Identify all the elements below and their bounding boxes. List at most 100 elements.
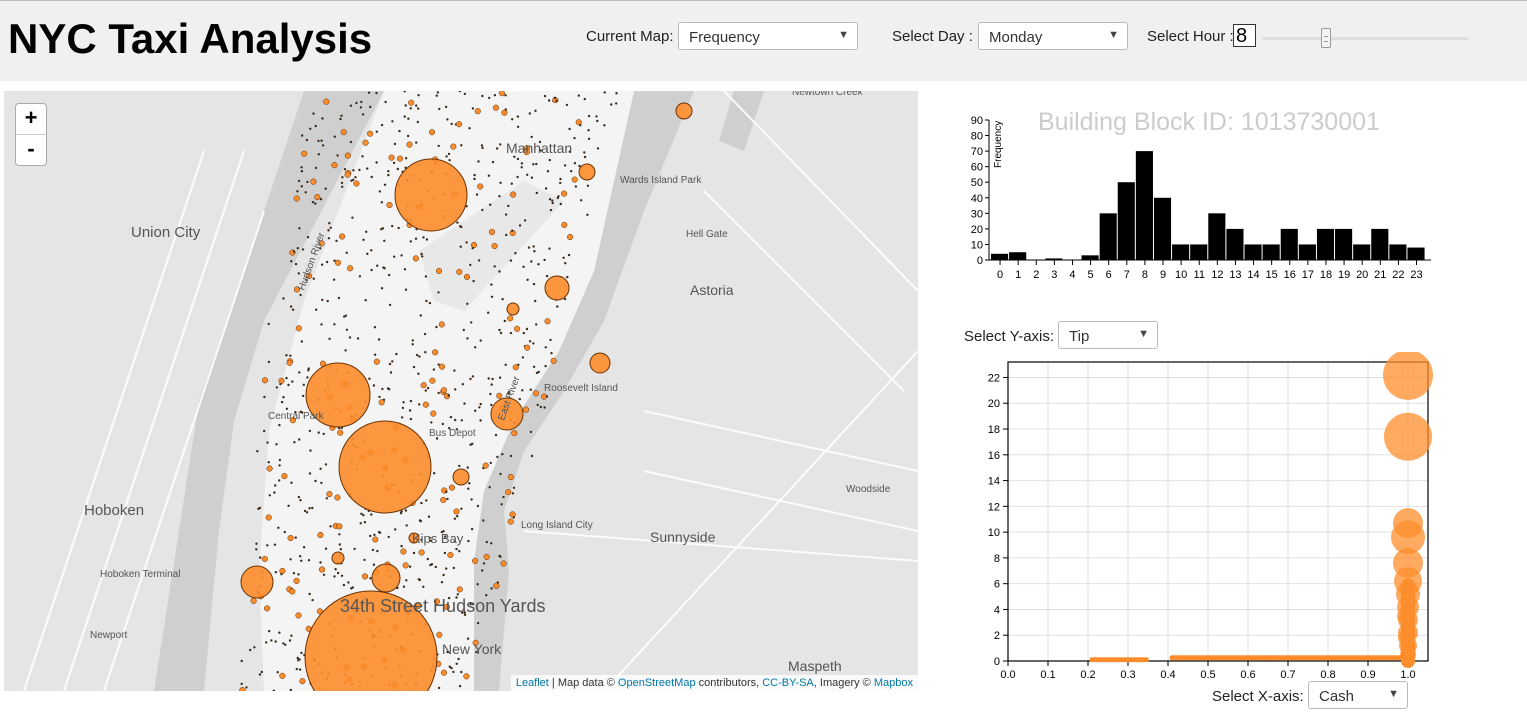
pickup-dot <box>447 394 450 397</box>
pickup-dot <box>255 542 258 545</box>
hour-slider-handle[interactable] <box>1321 28 1331 48</box>
scatter-point[interactable] <box>1383 352 1433 400</box>
x-axis-select[interactable]: Cash ▼ <box>1308 681 1408 709</box>
y-axis-select-label: Select Y-axis: <box>964 328 1055 345</box>
pickup-circle[interactable] <box>506 302 520 316</box>
histogram-bar[interactable] <box>1208 213 1226 260</box>
x-tick-label: 14 <box>1247 269 1259 281</box>
pickup-dot <box>535 191 538 195</box>
pickup-dot <box>488 486 491 489</box>
pickup-circle[interactable] <box>394 158 468 232</box>
histogram-bar[interactable] <box>1226 228 1244 260</box>
histogram-bar[interactable] <box>1045 258 1063 260</box>
pickup-dot <box>556 196 559 200</box>
pickup-circle[interactable] <box>675 102 693 120</box>
histogram-bar[interactable] <box>991 253 1009 260</box>
histogram-bar[interactable] <box>1244 244 1262 260</box>
leaflet-link[interactable]: Leaflet <box>516 677 549 689</box>
histogram-bar[interactable] <box>1009 252 1027 260</box>
pickup-dot <box>279 672 286 679</box>
license-link[interactable]: CC-BY-SA <box>762 677 814 689</box>
histogram-bar[interactable] <box>1081 255 1099 260</box>
scatter-point[interactable] <box>1397 606 1415 625</box>
pickup-dot <box>469 377 472 381</box>
pickup-dot <box>376 264 379 267</box>
pickup-dot <box>340 129 347 136</box>
pickup-circle[interactable] <box>544 275 570 301</box>
scatter-point[interactable] <box>1400 646 1416 663</box>
pickup-dot <box>344 349 347 352</box>
pickup-circle[interactable] <box>589 352 611 374</box>
histogram-bar[interactable] <box>1316 228 1335 260</box>
pickup-dot <box>587 114 591 118</box>
pickup-dot <box>278 464 281 467</box>
histogram-bar[interactable] <box>1389 244 1407 260</box>
pickup-dot <box>388 362 392 366</box>
histogram-bar[interactable] <box>1262 244 1280 260</box>
pickup-dot <box>418 549 425 556</box>
histogram-bar[interactable] <box>1335 228 1353 260</box>
histogram-bar[interactable] <box>1172 244 1190 260</box>
pickup-dot <box>444 105 448 109</box>
pickup-dot <box>319 467 322 470</box>
histogram-bar[interactable] <box>1190 244 1208 260</box>
pickup-dot <box>422 401 429 408</box>
hour-slider-track[interactable] <box>1262 37 1468 40</box>
pickup-dot <box>432 349 439 356</box>
pickup-circle[interactable] <box>371 563 401 593</box>
pickup-dot <box>339 548 342 551</box>
histogram-bar[interactable] <box>1298 244 1316 260</box>
histogram-bar[interactable] <box>1117 182 1135 260</box>
pickup-dot <box>470 527 474 531</box>
pickup-dot <box>406 141 413 148</box>
mapbox-link[interactable]: Mapbox <box>874 677 913 689</box>
pickup-dot <box>534 299 537 303</box>
pickup-dot <box>377 530 381 534</box>
histogram-bar[interactable] <box>1353 244 1371 260</box>
histogram-bar[interactable] <box>1407 247 1425 260</box>
y-tick-label: 30 <box>971 208 983 220</box>
pickup-dot <box>401 406 405 410</box>
pickup-dot <box>307 369 310 372</box>
pickup-dot <box>240 659 243 663</box>
zoom-in-button[interactable]: + <box>16 104 46 134</box>
hour-value-box[interactable]: 8 <box>1233 24 1256 47</box>
pickup-dot <box>447 152 451 156</box>
histogram-bar[interactable] <box>1280 228 1298 260</box>
pickup-dot <box>314 202 317 205</box>
pickup-dot <box>499 143 502 146</box>
pickup-dot <box>361 113 365 116</box>
pickup-dot <box>492 104 499 111</box>
pickup-dot <box>530 135 533 139</box>
select-day-select[interactable]: Monday ▼ <box>978 22 1128 50</box>
scatter-point[interactable] <box>1384 412 1432 461</box>
x-tick-label: 2 <box>1033 269 1039 281</box>
pickup-dot <box>380 123 384 127</box>
pickup-dot <box>559 181 562 185</box>
histogram-bar[interactable] <box>1371 228 1389 260</box>
taxi-map[interactable]: Manhattan Union City Hoboken Astoria Sunnysi… <box>4 91 918 691</box>
pickup-dot <box>518 224 522 227</box>
pickup-dot <box>373 533 376 536</box>
y-axis-select[interactable]: Tip ▼ <box>1058 321 1158 349</box>
histogram-bar[interactable] <box>1135 151 1153 260</box>
pickup-circle[interactable] <box>578 163 596 181</box>
pickup-circle[interactable] <box>452 468 470 486</box>
pickup-dot <box>546 170 550 173</box>
histogram-bar[interactable] <box>1153 197 1172 260</box>
scatter-point[interactable] <box>1398 629 1414 646</box>
y-tick-label: 2 <box>994 630 1000 642</box>
current-map-select[interactable]: Frequency ▼ <box>678 22 858 50</box>
histogram-bar[interactable] <box>1099 213 1117 260</box>
pickup-circle[interactable] <box>240 565 274 599</box>
osm-link[interactable]: OpenStreetMap <box>618 677 696 689</box>
pickup-circle[interactable] <box>331 551 345 565</box>
zoom-out-button[interactable]: - <box>16 134 46 165</box>
pickup-dot <box>347 581 350 584</box>
pickup-dot <box>377 338 381 341</box>
pickup-dot <box>533 390 540 397</box>
pickup-dot <box>336 571 340 575</box>
pickup-dot <box>498 270 501 273</box>
pickup-dot <box>351 586 354 589</box>
pickup-circle[interactable] <box>338 420 432 514</box>
